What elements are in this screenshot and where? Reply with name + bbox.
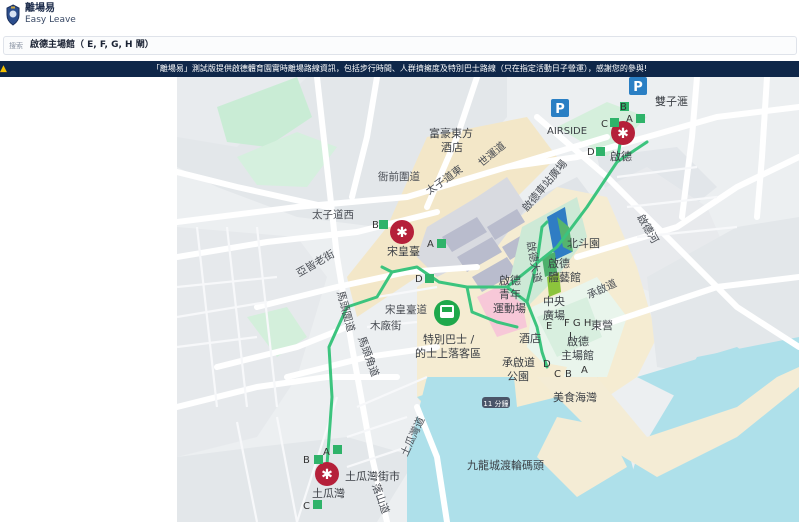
label-youth-3: 運動場 bbox=[493, 301, 526, 315]
label-food-bay: 美食海灣 bbox=[553, 390, 597, 404]
gate-e: E bbox=[546, 321, 552, 332]
label-park-1: 承啟道 bbox=[502, 355, 535, 369]
label-park-2: 公園 bbox=[507, 370, 529, 383]
label-hotel-2: 酒店 bbox=[519, 331, 541, 345]
exit-d-kaitak: D bbox=[587, 147, 595, 158]
svg-text:✱: ✱ bbox=[617, 126, 629, 142]
exit-a-songhuangtai: A bbox=[427, 239, 434, 250]
label-arena-1: 啟德 bbox=[548, 256, 570, 270]
app-subtitle: Easy Leave bbox=[25, 15, 76, 25]
label-main-stadium-2: 主場館 bbox=[561, 348, 594, 362]
label-special-bus: 特別巴士 / bbox=[423, 332, 474, 346]
parking-icon[interactable]: P bbox=[551, 99, 569, 117]
exit-b-songhuangtai: B bbox=[372, 220, 379, 231]
label-hotel: 酒店 bbox=[441, 140, 463, 154]
label-taxi-stand: 的士上落客區 bbox=[415, 346, 481, 360]
mtr-station-song-huang-tai[interactable]: ✱ bbox=[390, 220, 414, 244]
notice-banner: ▲ 「離場易」測試版提供啟德體育園實時離場路線資訊，包括步行時間、人群擠擁度及特… bbox=[0, 61, 799, 77]
label-to-kwa-wan: 土瓜灣 bbox=[312, 487, 345, 500]
svg-text:✱: ✱ bbox=[396, 225, 408, 241]
label-song-huang-tai: 宋皇臺 bbox=[387, 244, 420, 258]
exit-b-kaitak: B bbox=[620, 102, 627, 113]
label-twin-palm: 雙子滙 bbox=[655, 95, 688, 108]
label-central-2: 廣場 bbox=[543, 308, 565, 322]
exit-c-kaitak: C bbox=[601, 119, 608, 130]
police-badge-icon bbox=[6, 4, 20, 26]
app-header: 離場易 Easy Leave bbox=[0, 0, 799, 32]
exit-c-tokwawan: C bbox=[303, 501, 310, 512]
gate-a: A bbox=[581, 365, 588, 376]
svg-text:11 分鐘: 11 分鐘 bbox=[483, 399, 508, 408]
map-canvas[interactable]: ✱ ✱ ✱ P P B A D B A C D B A C E F G H J … bbox=[177, 77, 799, 522]
label-main-stadium-1: 啟德 bbox=[567, 334, 589, 348]
bus-stop-icon[interactable] bbox=[434, 300, 460, 326]
search-value[interactable]: 啟德主場館（ E, F, G, H 閘） bbox=[30, 39, 154, 52]
label-youth-2: 青年 bbox=[499, 287, 521, 301]
exit-b-tokwawan: B bbox=[303, 455, 310, 466]
exit-d-songhuangtai: D bbox=[415, 274, 423, 285]
svg-text:P: P bbox=[633, 80, 643, 95]
search-input[interactable]: 搜索 啟德主場館（ E, F, G, H 閘） bbox=[3, 36, 797, 55]
label-tkw-market: 土瓜灣街市 bbox=[345, 469, 400, 483]
label-arena-2: 體藝館 bbox=[548, 270, 581, 284]
mtr-station-to-kwa-wan[interactable]: ✱ bbox=[315, 462, 339, 486]
label-dong-ying: 東營 bbox=[591, 319, 613, 332]
label-mu-chang-jie: 木廠街 bbox=[370, 319, 402, 332]
label-airside: AIRSIDE bbox=[547, 126, 587, 137]
parking-icon-2[interactable]: P bbox=[629, 77, 647, 95]
label-kai-tak: 啟德 bbox=[610, 149, 632, 163]
label-youth-1: 啟德 bbox=[499, 273, 521, 287]
notice-text: 「離場易」測試版提供啟德體育園實時離場路線資訊，包括步行時間、人群擠擁度及特別巴… bbox=[151, 64, 648, 73]
label-bei-dou-yuan: 北斗園 bbox=[567, 237, 600, 250]
label-fu-hao-dong-fang: 富豪東方 bbox=[429, 126, 473, 140]
exit-a-kaitak: A bbox=[626, 114, 633, 125]
app-title: 離場易 bbox=[25, 3, 55, 14]
label-ji-qian-wei-dao: 衙前圍道 bbox=[378, 170, 420, 183]
gate-d: D bbox=[543, 359, 551, 370]
gates-fgh: F G H bbox=[564, 318, 591, 329]
gate-c: C bbox=[554, 369, 561, 380]
svg-text:✱: ✱ bbox=[321, 467, 333, 483]
label-song-huang-tai-dao: 宋皇臺道 bbox=[385, 303, 427, 316]
label-central-1: 中央 bbox=[543, 295, 565, 308]
walk-time-badge: 11 分鐘 bbox=[482, 397, 510, 408]
label-tai-zi-dao-xi: 太子道西 bbox=[312, 208, 354, 221]
svg-text:P: P bbox=[555, 102, 565, 117]
exit-a-tokwawan: A bbox=[323, 447, 330, 458]
map-view[interactable]: ✱ ✱ ✱ P P B A D B A C D B A C E F G H J … bbox=[177, 77, 799, 522]
search-prefix-label: 搜索 bbox=[9, 42, 23, 50]
gate-b: B bbox=[565, 369, 572, 380]
label-ferry-pier: 九龍城渡輪碼頭 bbox=[467, 458, 544, 472]
